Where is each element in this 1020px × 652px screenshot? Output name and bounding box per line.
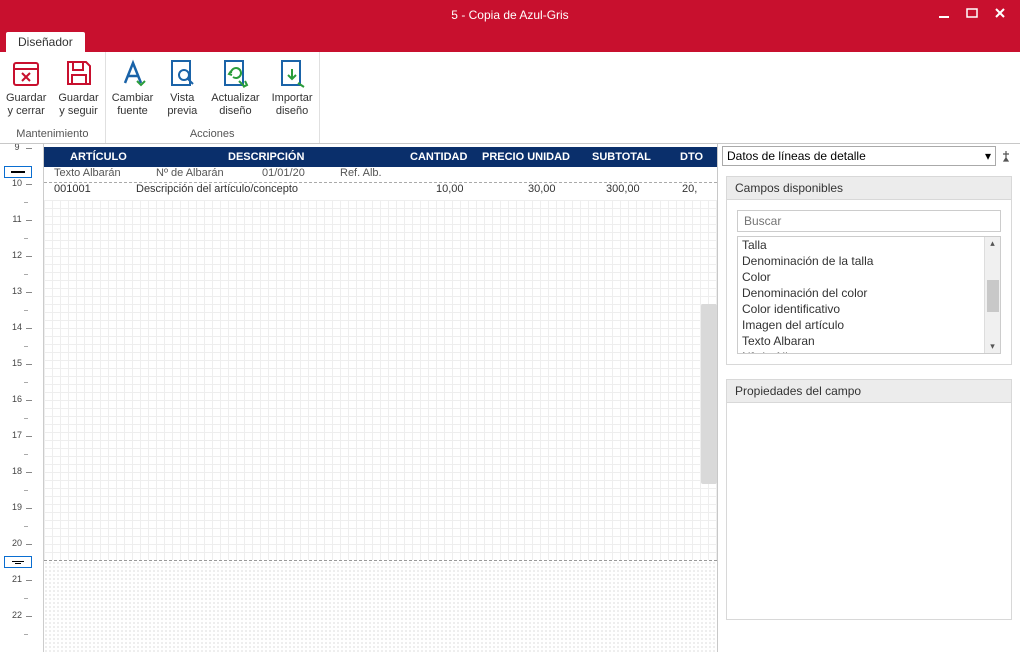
minimize-button[interactable] [930, 2, 958, 24]
meta-row: Texto Albarán Nº de Albarán 01/01/20 Ref… [44, 167, 717, 183]
ruler-number: 20 [10, 538, 24, 548]
field-item[interactable]: Color identificativo [738, 301, 984, 317]
import-label: Importar diseño [272, 92, 313, 118]
vertical-ruler: 9 10 11 12 13 14 15 16 17 18 19 20 21 22 [0, 144, 44, 652]
fields-search-input[interactable] [737, 210, 1001, 232]
save-continue-label: Guardar y seguir [58, 92, 98, 118]
col-descripcion: DESCRIPCIÓN [228, 151, 304, 163]
col-dto: DTO [680, 151, 703, 163]
data-source-value: Datos de líneas de detalle [727, 149, 866, 163]
refresh-label: Actualizar diseño [211, 92, 259, 118]
import-design-button[interactable]: Importar diseño [266, 52, 319, 126]
ruler-number: 17 [10, 430, 24, 440]
scroll-thumb[interactable] [987, 280, 999, 312]
fields-scrollbar[interactable]: ▴ ▾ [984, 237, 1000, 353]
save-continue-button[interactable]: Guardar y seguir [52, 52, 104, 126]
close-button[interactable] [986, 2, 1014, 24]
footer-band[interactable] [44, 561, 717, 652]
font-icon [116, 56, 150, 90]
preview-icon [165, 56, 199, 90]
field-item[interactable]: Talla [738, 237, 984, 253]
band-handle-header[interactable] [4, 166, 32, 178]
change-font-label: Cambiar fuente [112, 92, 154, 118]
meta-fecha: 01/01/20 [262, 167, 305, 179]
scroll-up-icon[interactable]: ▴ [990, 237, 995, 250]
window-title: 5 - Copia de Azul-Gris [451, 8, 568, 22]
tab-designer[interactable]: Diseñador [6, 32, 85, 52]
data-codigo: 001001 [54, 183, 91, 195]
calendar-close-icon [9, 56, 43, 90]
ruler-number: 13 [10, 286, 24, 296]
field-item[interactable]: Denominación del color [738, 285, 984, 301]
ruler-number: 12 [10, 250, 24, 260]
data-dto: 20, [682, 183, 697, 195]
side-panel: Datos de líneas de detalle ▾ Campos disp… [718, 144, 1020, 652]
import-icon [275, 56, 309, 90]
fields-list: TallaDenominación de la tallaColorDenomi… [737, 236, 1001, 354]
data-desc: Descripción del artículo/concepto [136, 183, 298, 195]
design-canvas[interactable]: ARTÍCULO DESCRIPCIÓN CANTIDAD PRECIO UNI… [44, 144, 717, 652]
field-item[interactable]: Texto Albaran [738, 333, 984, 349]
field-item[interactable]: Imagen del artículo [738, 317, 984, 333]
preview-button[interactable]: Vista previa [159, 52, 205, 126]
field-item[interactable]: Nº de Albaran [738, 349, 984, 353]
meta-num-albaran: Nº de Albarán [156, 167, 224, 179]
scroll-down-icon[interactable]: ▾ [990, 340, 995, 353]
change-font-button[interactable]: Cambiar fuente [106, 52, 160, 126]
ruler-number: 11 [10, 214, 24, 224]
ruler-number: 18 [10, 466, 24, 476]
refresh-icon [218, 56, 252, 90]
pin-panel-button[interactable] [1000, 150, 1016, 162]
ruler-number: 19 [10, 502, 24, 512]
maximize-button[interactable] [958, 2, 986, 24]
col-precio: PRECIO UNIDAD [482, 151, 570, 163]
col-articulo: ARTÍCULO [70, 151, 127, 163]
ruler-number: 16 [10, 394, 24, 404]
ribbon-tabs: Diseñador [0, 30, 1020, 52]
ruler-number: 22 [10, 610, 24, 620]
data-cant: 10,00 [436, 183, 464, 195]
field-properties-body [726, 402, 1012, 620]
field-item[interactable]: Color [738, 269, 984, 285]
data-row: 001001 Descripción del artículo/concepto… [44, 183, 717, 199]
data-precio: 30,00 [528, 183, 556, 195]
chevron-down-icon: ▾ [985, 149, 991, 163]
save-close-label: Guardar y cerrar [6, 92, 46, 118]
col-cantidad: CANTIDAD [410, 151, 467, 163]
ruler-number: 15 [10, 358, 24, 368]
refresh-design-button[interactable]: Actualizar diseño [205, 52, 265, 126]
ruler-number: 21 [10, 574, 24, 584]
meta-ref: Ref. Alb. [340, 167, 382, 179]
band-handle-footer[interactable] [4, 556, 32, 568]
vertical-scrollbar[interactable] [701, 304, 717, 484]
meta-texto-albaran: Texto Albarán [54, 167, 121, 179]
field-item[interactable]: Denominación de la talla [738, 253, 984, 269]
ribbon: Guardar y cerrar Guardar y seguir Manten… [0, 52, 1020, 144]
titlebar: 5 - Copia de Azul-Gris [0, 0, 1020, 30]
data-source-combo[interactable]: Datos de líneas de detalle ▾ [722, 146, 996, 166]
field-properties-title: Propiedades del campo [726, 379, 1012, 402]
preview-label: Vista previa [167, 92, 197, 118]
col-subtotal: SUBTOTAL [592, 151, 651, 163]
detail-band[interactable] [44, 200, 717, 560]
column-header-band: ARTÍCULO DESCRIPCIÓN CANTIDAD PRECIO UNI… [44, 147, 717, 167]
ruler-number: 14 [10, 322, 24, 332]
ruler-number: 9 [10, 144, 24, 152]
ruler-number: 10 [10, 178, 24, 188]
field-properties-group: Propiedades del campo [726, 379, 1012, 620]
group-maintenance-label: Mantenimiento [0, 126, 105, 143]
data-subtotal: 300,00 [606, 183, 640, 195]
design-canvas-area: 9 10 11 12 13 14 15 16 17 18 19 20 21 22 ARTÍCULO DES… [0, 144, 718, 652]
available-fields-title: Campos disponibles [727, 177, 1011, 200]
save-close-button[interactable]: Guardar y cerrar [0, 52, 52, 126]
group-actions-label: Acciones [106, 126, 319, 143]
available-fields-group: Campos disponibles TallaDenominación de … [726, 176, 1012, 365]
save-icon [62, 56, 96, 90]
